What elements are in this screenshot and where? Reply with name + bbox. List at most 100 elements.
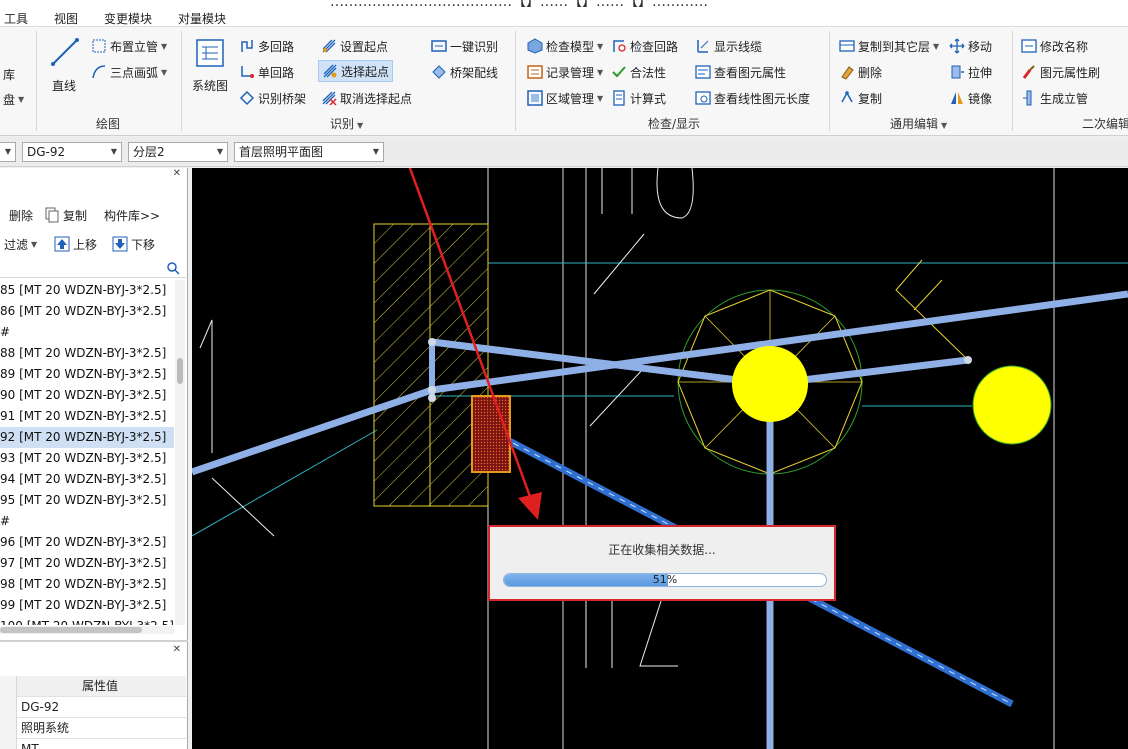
drawing-select[interactable]: 首层照明平面图 ▼	[234, 142, 384, 162]
layer-select[interactable]: 分层2 ▼	[128, 142, 228, 162]
property-value[interactable]: MT	[21, 739, 39, 749]
junction-box[interactable]	[471, 395, 511, 473]
menu-view[interactable]: 视图	[54, 10, 78, 27]
identify-tray-button[interactable]: 识别桥架	[236, 87, 309, 109]
component-list-item[interactable]: 98 [MT 20 WDZN-BYJ-3*2.5]	[0, 574, 174, 595]
group-label-check: 检查/显示	[648, 117, 701, 131]
drawing-canvas[interactable]	[192, 168, 1128, 749]
component-list-item[interactable]: 95 [MT 20 WDZN-BYJ-3*2.5]	[0, 490, 174, 511]
show-lines-icon	[695, 38, 711, 54]
partial-library-button[interactable]: 库	[0, 63, 18, 85]
formula-button[interactable]: 计算式	[608, 87, 669, 109]
copy-doc-icon	[44, 207, 60, 223]
menu-quantity-module[interactable]: 对量模块	[178, 10, 226, 27]
group-label-identify[interactable]: 识别 ▼	[330, 115, 363, 132]
component-list-item[interactable]: 92 [MT 20 WDZN-BYJ-3*2.5]	[0, 427, 174, 448]
component-list-item[interactable]: #	[0, 511, 174, 532]
partial-disk-button[interactable]: 盘 ▼	[0, 88, 27, 110]
component-list-item[interactable]: 89 [MT 20 WDZN-BYJ-3*2.5]	[0, 364, 174, 385]
cyan-guide-line	[192, 429, 378, 537]
property-value[interactable]: 照明系统	[21, 718, 69, 739]
component-list-item[interactable]: 99 [MT 20 WDZN-BYJ-3*2.5]	[0, 595, 174, 616]
select-start-button[interactable]: 选择起点	[318, 60, 394, 82]
place-riser-button[interactable]: 布置立管 ▼	[88, 35, 170, 57]
close-icon[interactable]: ✕	[173, 644, 181, 655]
component-list-item[interactable]: 85 [MT 20 WDZN-BYJ-3*2.5]	[0, 280, 174, 301]
property-row[interactable]: DG-92	[0, 697, 186, 718]
record-mgmt-button[interactable]: 记录管理 ▼	[524, 61, 606, 83]
check-loop-icon	[611, 38, 627, 54]
component-list-item[interactable]: 90 [MT 20 WDZN-BYJ-3*2.5]	[0, 385, 174, 406]
menu-change-module[interactable]: 变更模块	[104, 10, 152, 27]
pipe-node[interactable]	[964, 356, 972, 364]
property-row[interactable]: 照明系统	[0, 718, 186, 739]
rename-label: 修改名称	[1040, 39, 1089, 54]
area-mgmt-button[interactable]: 区域管理 ▼	[524, 87, 606, 109]
component-list-item[interactable]: 88 [MT 20 WDZN-BYJ-3*2.5]	[0, 343, 174, 364]
move-up-button[interactable]: 上移	[54, 233, 97, 255]
scroll-thumb[interactable]	[0, 627, 142, 633]
pipe-node[interactable]	[428, 338, 436, 346]
line-button[interactable]: 直线	[46, 33, 82, 99]
copy-button[interactable]: 复制	[836, 87, 885, 109]
delete-button[interactable]: 删除	[836, 61, 885, 83]
property-value[interactable]: DG-92	[21, 697, 59, 718]
rename-button[interactable]: 修改名称	[1018, 35, 1091, 57]
component-list-item[interactable]: 86 [MT 20 WDZN-BYJ-3*2.5]	[0, 301, 174, 322]
property-row[interactable]: MT	[0, 739, 186, 749]
gen-riser-label: 生成立管	[1040, 91, 1089, 106]
component-select[interactable]: DG-92 ▼	[22, 142, 122, 162]
set-start-button[interactable]: 设置起点	[318, 35, 391, 57]
delete-component-button[interactable]: 删除	[0, 204, 33, 226]
single-loop-button[interactable]: 单回路	[236, 61, 297, 83]
tray-wiring-button[interactable]: 桥架配线	[428, 61, 501, 83]
component-list-item[interactable]: 97 [MT 20 WDZN-BYJ-3*2.5]	[0, 553, 174, 574]
panel-splitter[interactable]	[0, 640, 188, 642]
pipe-node[interactable]	[428, 386, 436, 394]
multi-loop-button[interactable]: 多回路	[236, 35, 297, 57]
property-row-gutter	[0, 718, 17, 739]
legality-button[interactable]: 合法性	[608, 61, 669, 83]
gen-riser-button[interactable]: 生成立管	[1018, 87, 1091, 109]
group-label-edit[interactable]: 通用编辑 ▼	[890, 115, 947, 132]
move-down-button[interactable]: 下移	[112, 233, 155, 255]
cancel-start-button[interactable]: 取消选择起点	[318, 87, 415, 109]
prop-brush-button[interactable]: 图元属性刷	[1018, 61, 1103, 83]
lamp-fixture[interactable]	[732, 346, 808, 422]
check-loop-button[interactable]: 检查回路	[608, 35, 681, 57]
partial-combo[interactable]: ▼	[0, 142, 16, 162]
view-props-button[interactable]: 查看图元属性	[692, 61, 789, 83]
three-point-arc-button[interactable]: 三点画弧 ▼	[88, 61, 170, 83]
system-diagram-button[interactable]: 系统图	[190, 35, 230, 95]
stretch-button[interactable]: 拉伸	[946, 61, 995, 83]
show-lines-button[interactable]: 显示线缆	[692, 35, 765, 57]
component-list-item[interactable]: 93 [MT 20 WDZN-BYJ-3*2.5]	[0, 448, 174, 469]
check-model-button[interactable]: 检查模型 ▼	[524, 35, 606, 57]
delete-component-label: 删除	[9, 208, 34, 223]
chevron-down-icon: ▼	[216, 147, 223, 156]
view-length-button[interactable]: 查看线性图元长度	[692, 87, 813, 109]
component-list-item[interactable]: 100 [MT 20 WDZN-BYJ-3*2.5]	[0, 616, 174, 625]
component-list-item[interactable]: #	[0, 322, 174, 343]
component-list-item[interactable]: 91 [MT 20 WDZN-BYJ-3*2.5]	[0, 406, 174, 427]
list-vertical-scrollbar[interactable]	[175, 280, 185, 625]
one-click-identify-button[interactable]: 一键识别	[428, 35, 501, 57]
copy-to-floor-button[interactable]: 复制到其它层 ▼	[836, 35, 942, 57]
component-list-item[interactable]: 94 [MT 20 WDZN-BYJ-3*2.5]	[0, 469, 174, 490]
lamp-fixture[interactable]	[972, 365, 1052, 445]
chevron-down-icon: ▼	[597, 93, 604, 103]
pipe-node[interactable]	[428, 394, 436, 402]
filter-button[interactable]: 过滤 ▼	[4, 233, 37, 255]
list-horizontal-scrollbar[interactable]	[0, 626, 174, 634]
component-list-item[interactable]: 96 [MT 20 WDZN-BYJ-3*2.5]	[0, 532, 174, 553]
component-list[interactable]: 85 [MT 20 WDZN-BYJ-3*2.5] 86 [MT 20 WDZN-…	[0, 280, 174, 625]
copy-component-button[interactable]: 复制	[44, 204, 87, 226]
mirror-button[interactable]: 镜像	[946, 87, 995, 109]
menu-tools[interactable]: 工具	[4, 10, 28, 27]
component-library-button[interactable]: 构件库>>	[104, 204, 160, 226]
scroll-thumb[interactable]	[177, 358, 183, 384]
move-button[interactable]: 移动	[946, 35, 995, 57]
component-search-input[interactable]	[0, 260, 186, 278]
close-icon[interactable]: ✕	[173, 168, 181, 179]
search-icon[interactable]	[166, 261, 180, 278]
